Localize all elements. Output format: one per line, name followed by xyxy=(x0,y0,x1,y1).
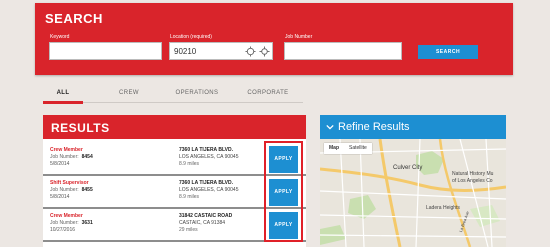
map-view-option[interactable]: Map xyxy=(324,143,344,154)
chevron-down-icon[interactable] xyxy=(326,123,334,131)
map-canvas[interactable] xyxy=(320,139,506,247)
locate-me-icon[interactable] xyxy=(259,46,270,57)
refine-header[interactable]: Refine Results xyxy=(320,115,506,139)
job-address-line1: 31842 CASTAIC ROAD xyxy=(179,213,233,219)
job-date: 5/8/2014 xyxy=(50,161,70,167)
map-type-toggle[interactable]: Map Satellite xyxy=(324,143,372,154)
location-input[interactable]: 90210 xyxy=(169,42,273,60)
job-number-line: Job Number: 3631 xyxy=(50,220,93,226)
search-panel: SEARCH Keyword Location (required) 90210… xyxy=(35,3,513,75)
job-address-line2: LOS ANGELES, CA 90045 xyxy=(179,154,239,160)
results-title: RESULTS xyxy=(51,121,110,135)
job-title[interactable]: Crew Member xyxy=(50,147,83,153)
job-number-label: Job Number: xyxy=(50,220,79,226)
tab-crew[interactable]: CREW xyxy=(109,90,149,96)
category-tabs: ALL CREW OPERATIONS CORPORATE xyxy=(43,87,303,104)
search-button[interactable]: SEARCH xyxy=(418,45,478,59)
job-number-label: Job Number xyxy=(285,34,313,40)
job-date: 10/27/2016 xyxy=(50,227,76,233)
tab-operations[interactable]: OPERATIONS xyxy=(167,90,227,96)
map[interactable]: Map Satellite Culver City Natural Histor… xyxy=(320,139,506,247)
location-label: Location (required) xyxy=(170,34,212,40)
map-label-museum-line1: Natural History Mu xyxy=(452,171,494,177)
job-number-label: Job Number: xyxy=(50,154,79,160)
job-number: 8454 xyxy=(81,154,93,160)
map-label-museum-line2: of Los Angeles Co xyxy=(452,178,493,184)
spinner-icon[interactable] xyxy=(245,46,256,57)
satellite-view-option[interactable]: Satellite xyxy=(344,143,372,154)
job-distance: 8.9 miles xyxy=(179,194,200,200)
apply-button[interactable]: APPLY xyxy=(269,179,298,206)
refine-title: Refine Results xyxy=(338,121,410,133)
job-number-label: Job Number: xyxy=(50,187,79,193)
job-number: 3631 xyxy=(81,220,93,226)
job-address-line2: LOS ANGELES, CA 90045 xyxy=(179,187,239,193)
map-label-ladera-heights: Ladera Heights xyxy=(426,205,460,211)
location-value: 90210 xyxy=(174,47,197,56)
job-title[interactable]: Shift Supervisor xyxy=(50,180,89,186)
job-address-line2: CASTAIC, CA 91384 xyxy=(179,220,226,226)
apply-button[interactable]: APPLY xyxy=(269,146,298,173)
apply-button[interactable]: APPLY xyxy=(269,212,298,239)
keyword-input[interactable] xyxy=(49,42,162,60)
refine-panel: Refine Results Map Satellite Culver City… xyxy=(320,115,506,247)
job-title[interactable]: Crew Member xyxy=(50,213,83,219)
active-tab-indicator xyxy=(43,101,83,104)
results-header: RESULTS xyxy=(43,115,306,139)
search-title: SEARCH xyxy=(45,11,103,26)
job-number: 8455 xyxy=(81,187,93,193)
job-number-line: Job Number: 8455 xyxy=(50,187,93,193)
map-label-culver-city: Culver City xyxy=(393,165,423,171)
job-distance: 29 miles xyxy=(179,227,198,233)
keyword-label: Keyword xyxy=(50,34,70,40)
job-distance: 8.9 miles xyxy=(179,161,200,167)
job-address-line1: 7360 LA TIJERA BLVD. xyxy=(179,147,233,153)
job-address-line1: 7360 LA TIJERA BLVD. xyxy=(179,180,233,186)
tab-all[interactable]: ALL xyxy=(53,90,73,96)
apply-buttons-highlight: APPLY APPLY APPLY xyxy=(264,141,303,242)
job-number-line: Job Number: 8454 xyxy=(50,154,93,160)
job-date: 5/8/2014 xyxy=(50,194,70,200)
job-number-input[interactable] xyxy=(284,42,402,60)
tab-corporate[interactable]: CORPORATE xyxy=(237,90,299,96)
